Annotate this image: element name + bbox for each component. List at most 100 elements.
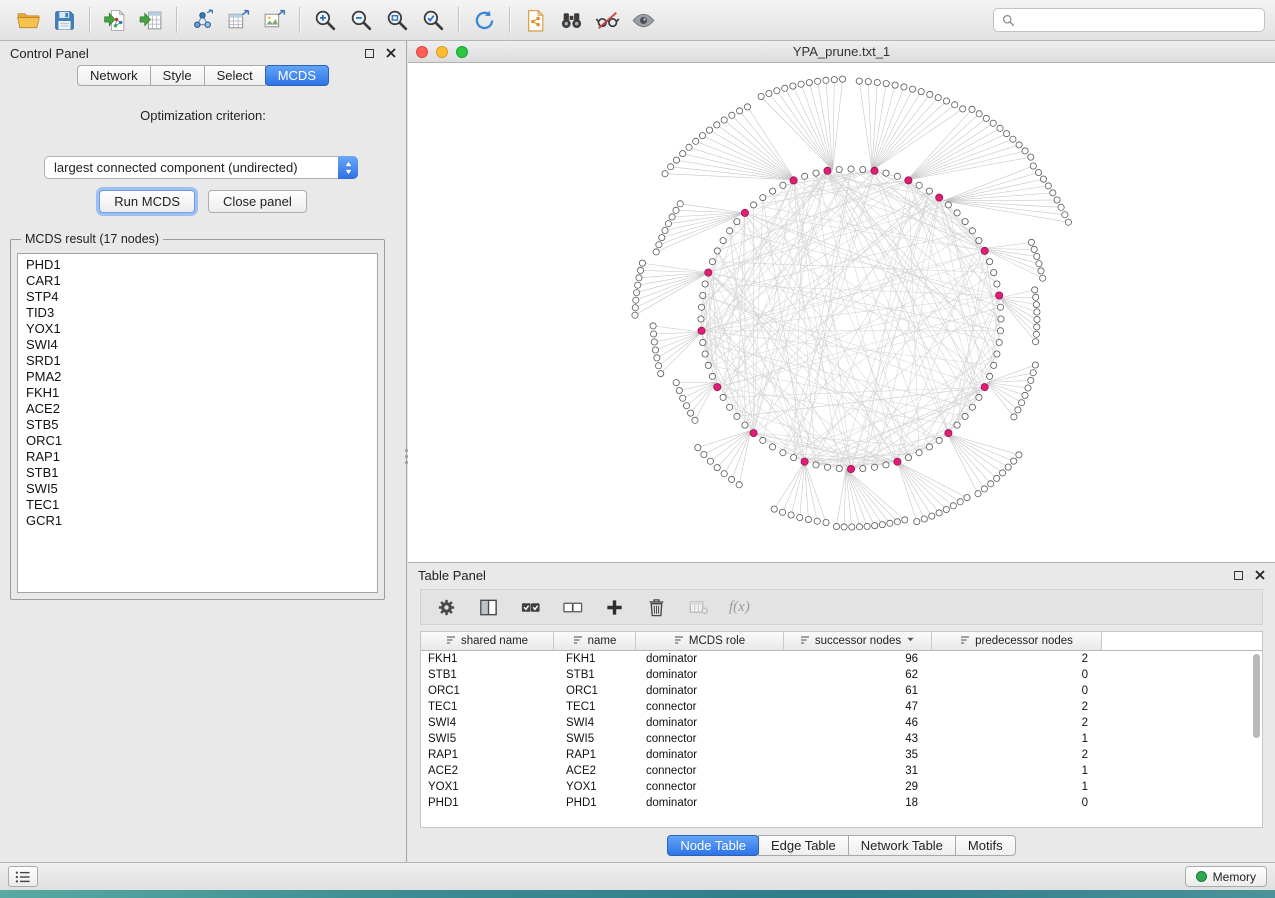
refresh-button[interactable] [466, 4, 502, 36]
search-input[interactable] [1020, 13, 1256, 27]
mcds-node-item[interactable]: ORC1 [18, 433, 377, 449]
close-x-icon [1255, 570, 1265, 580]
clone-network-button[interactable] [517, 4, 553, 36]
column-header-filler [1102, 632, 1262, 650]
network-window-titlebar[interactable]: YPA_prune.txt_1 [408, 41, 1275, 63]
delete-button[interactable] [643, 594, 669, 620]
unselect-all-button[interactable] [559, 594, 585, 620]
float-panel-icon[interactable] [365, 49, 374, 58]
network-canvas[interactable] [408, 63, 1275, 562]
unselect-all-icon [562, 597, 583, 618]
binoculars-icon [559, 8, 584, 33]
mcds-node-item[interactable]: PMA2 [18, 369, 377, 385]
run-mcds-button[interactable]: Run MCDS [99, 190, 195, 213]
tab-node-table[interactable]: Node Table [667, 835, 759, 856]
close-table-panel-icon[interactable] [1255, 570, 1265, 580]
dropdown-stepper-icon [338, 156, 358, 179]
mcds-node-item[interactable]: STB5 [18, 417, 377, 433]
close-panel-button[interactable]: Close panel [208, 190, 307, 213]
table-row[interactable]: STB1STB1dominator620 [421, 667, 1262, 683]
mcds-node-item[interactable]: PHD1 [18, 257, 377, 273]
tab-edge-table[interactable]: Edge Table [758, 835, 849, 856]
mcds-node-item[interactable]: SWI5 [18, 481, 377, 497]
save-button[interactable] [46, 4, 82, 36]
table-cell: 62 [784, 669, 932, 681]
zoom-out-icon [349, 8, 374, 33]
close-panel-icon[interactable] [386, 48, 396, 58]
table-cell: TEC1 [421, 701, 554, 713]
scrollbar-thumb[interactable] [1253, 654, 1260, 738]
table-row[interactable]: ACE2ACE2connector311 [421, 763, 1262, 779]
network-graph [408, 63, 1275, 562]
mcds-node-item[interactable]: SRD1 [18, 353, 377, 369]
tab-motifs[interactable]: Motifs [955, 835, 1016, 856]
zoom-selected-button[interactable] [415, 4, 451, 36]
table-cell: connector [636, 781, 784, 793]
table-row[interactable]: SWI5SWI5connector431 [421, 731, 1262, 747]
table-cell: YOX1 [421, 781, 554, 793]
columns-icon [478, 597, 499, 618]
table-cell: 43 [784, 733, 932, 745]
column-header-name[interactable]: name [554, 632, 636, 650]
import-network-file-button[interactable] [97, 4, 133, 36]
optimization-dropdown[interactable]: largest connected component (undirected) [44, 156, 358, 179]
eye-button[interactable] [625, 4, 661, 36]
add-button[interactable] [601, 594, 627, 620]
column-header-predecessor-nodes[interactable]: predecessor nodes [932, 632, 1102, 650]
toolbar-separator [509, 7, 510, 33]
column-header-shared-name[interactable]: shared name [421, 632, 554, 650]
tab-network-table[interactable]: Network Table [848, 835, 956, 856]
import-table-file-button[interactable] [133, 4, 169, 36]
add-icon [604, 597, 625, 618]
column-header-successor-nodes[interactable]: successor nodes [784, 632, 932, 650]
table-row[interactable]: ORC1ORC1dominator610 [421, 683, 1262, 699]
table-row[interactable]: TEC1TEC1connector472 [421, 699, 1262, 715]
control-panel-title: Control Panel [10, 46, 89, 61]
tab-mcds[interactable]: MCDS [265, 65, 329, 86]
tab-network[interactable]: Network [77, 65, 151, 86]
table-panel-titlebar: Table Panel [408, 563, 1275, 587]
binoculars-button[interactable] [553, 4, 589, 36]
table-row[interactable]: YOX1YOX1connector291 [421, 779, 1262, 795]
zoom-out-button[interactable] [343, 4, 379, 36]
table-row[interactable]: RAP1RAP1dominator352 [421, 747, 1262, 763]
columns-button[interactable] [475, 594, 501, 620]
open-folder-icon [16, 8, 41, 33]
zoom-in-button[interactable] [307, 4, 343, 36]
export-image-button[interactable] [256, 4, 292, 36]
table-row[interactable]: SWI4SWI4dominator462 [421, 715, 1262, 731]
mcds-node-item[interactable]: STP4 [18, 289, 377, 305]
mcds-node-item[interactable]: YOX1 [18, 321, 377, 337]
mcds-node-item[interactable]: RAP1 [18, 449, 377, 465]
mcds-node-item[interactable]: CAR1 [18, 273, 377, 289]
zoom-fit-button[interactable] [379, 4, 415, 36]
memory-button[interactable]: Memory [1185, 866, 1267, 887]
float-table-panel-icon[interactable] [1234, 571, 1243, 580]
mcds-node-item[interactable]: STB1 [18, 465, 377, 481]
table-row[interactable]: PHD1PHD1dominator180 [421, 795, 1262, 811]
export-network-button[interactable] [184, 4, 220, 36]
gear-button[interactable] [433, 594, 459, 620]
show-panel-button[interactable] [8, 866, 38, 887]
toolbar-separator [176, 7, 177, 33]
table-scrollbar[interactable] [1252, 652, 1261, 826]
tab-style[interactable]: Style [150, 65, 205, 86]
export-table-button[interactable] [220, 4, 256, 36]
mcds-result-list[interactable]: PHD1CAR1STP4TID3YOX1SWI4SRD1PMA2FKH1ACE2… [17, 253, 378, 593]
mcds-node-item[interactable]: ACE2 [18, 401, 377, 417]
select-all-icon [520, 597, 541, 618]
mcds-node-item[interactable]: TID3 [18, 305, 377, 321]
graphics-details-button[interactable] [589, 4, 625, 36]
column-header-MCDS-role[interactable]: MCDS role [636, 632, 784, 650]
select-all-button[interactable] [517, 594, 543, 620]
table-cell: dominator [636, 669, 784, 681]
tab-select[interactable]: Select [204, 65, 266, 86]
search-box[interactable] [993, 8, 1265, 32]
mcds-node-item[interactable]: SWI4 [18, 337, 377, 353]
table-row[interactable]: FKH1FKH1dominator962 [421, 651, 1262, 667]
mcds-node-item[interactable]: TEC1 [18, 497, 377, 513]
mcds-node-item[interactable]: GCR1 [18, 513, 377, 529]
table-cell: TEC1 [554, 701, 636, 713]
open-folder-button[interactable] [10, 4, 46, 36]
mcds-node-item[interactable]: FKH1 [18, 385, 377, 401]
